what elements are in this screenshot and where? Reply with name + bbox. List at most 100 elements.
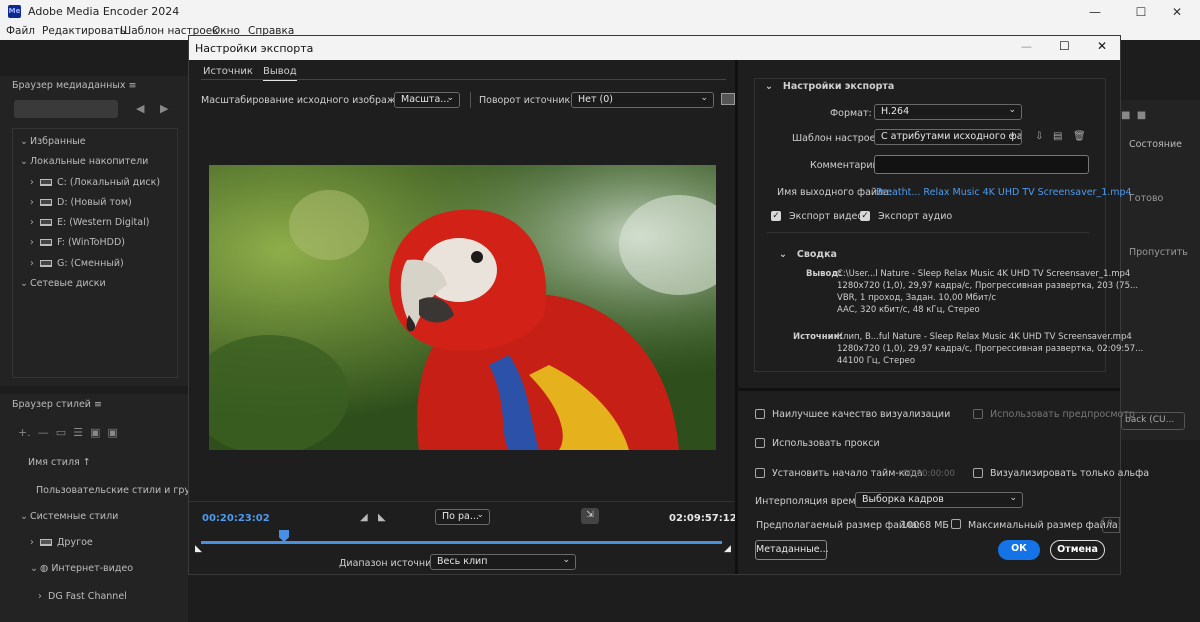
summary-source-label: Источник: [793,332,843,342]
drive-icon [40,179,52,186]
import-preset-icon[interactable]: ▤ [1053,131,1062,142]
close-icon[interactable]: ✕ [1154,0,1200,24]
queue-status-skip: Пропустить [1129,247,1188,258]
style-user-group[interactable]: Пользовательские стили и группы [36,485,210,496]
max-size-checkbox[interactable] [951,519,961,529]
range-dropdown[interactable]: Весь клип ⌄ [430,554,576,570]
tree-drive-g[interactable]: › G: (Сменный) [30,258,124,269]
sort-up-icon[interactable]: ↑ [83,457,91,468]
range-end-handle[interactable]: ◢ [724,544,731,554]
tree-drive-d[interactable]: › D: (Новый том) [30,197,132,208]
save-preset-icon[interactable]: ⇩ [1035,131,1043,142]
app-title: Adobe Media Encoder 2024 [28,5,180,18]
style-browser-title: Браузер стилей [12,399,91,410]
chevron-down-icon: ⌄ [1008,130,1016,140]
back-arrow-icon[interactable]: ◀ [136,102,144,115]
scale-label: Масштабирование исходного изображения: [201,95,423,106]
export-video-label: Экспорт видео [789,211,864,222]
zoom-dropdown[interactable]: По ра... ⌄ [435,509,490,525]
best-quality-checkbox[interactable] [755,409,765,419]
style-dg[interactable]: › DG Fast Channel [38,591,127,602]
rotate-dropdown[interactable]: Нет (0) ⌄ [571,92,714,108]
max-size-label: Максимальный размер файла: [968,520,1121,531]
menu-file[interactable]: Файл [6,25,35,37]
use-proxy-checkbox[interactable] [755,438,765,448]
summary-header[interactable]: ⌄ Сводка [779,249,837,260]
preset-dropdown[interactable]: С атрибутами исходного фа... ⌄ [874,129,1022,145]
style-other[interactable]: › Другое [30,537,93,548]
style-browser-panel: Браузер стилей ≡ +. — ▭ ☰ ▣ ▣ Имя стиля … [0,394,210,622]
dialog-close-icon[interactable]: ✕ [1097,39,1107,53]
app-logo-icon: Me [8,5,21,18]
style-name-column[interactable]: Имя стиля [28,457,80,468]
format-label: Формат: [830,108,872,119]
minimize-icon[interactable]: — [1072,0,1118,24]
folder-icon [40,539,52,546]
dialog-minimize-icon[interactable]: — [1021,40,1032,53]
scale-dropdown[interactable]: Масшта... ⌄ [394,92,460,108]
drive-icon [40,239,52,246]
panel-menu-icon[interactable]: ≡ [94,399,102,410]
chevron-down-icon: ⌄ [779,249,787,260]
panel-menu-icon[interactable]: ≡ [128,80,136,91]
tree-favorites[interactable]: ⌄ Избранные [20,136,86,147]
tab-source[interactable]: Источник [203,66,253,77]
queue-status-done: Готово [1129,193,1164,204]
delete-preset-icon[interactable]: 🗑 [1073,131,1086,142]
export-section-header[interactable]: ⌄ Настройки экспорта [765,81,894,92]
alpha-only-label: Визуализировать только альфа [990,468,1150,479]
best-quality-label: Наилучшее качество визуализации [772,409,951,420]
fit-frame-icon[interactable]: ⇲ [581,508,599,524]
metadata-button[interactable]: Метаданные... [755,540,829,560]
ok-button[interactable]: ОК [998,540,1040,560]
chevron-down-icon: ⌄ [1008,105,1016,115]
style-web-video[interactable]: ⌄ ◍ Интернет-видео [30,563,133,574]
use-preview-checkbox[interactable] [973,409,983,419]
drive-icon [40,219,52,226]
chevron-down-icon: ⌄ [700,93,708,103]
tree-network[interactable]: ⌄ Сетевые диски [20,278,106,289]
chevron-down-icon: ⌄ [476,510,484,520]
dialog-maximize-icon[interactable]: ☐ [1059,39,1070,53]
timeline-range-bar[interactable] [201,541,722,544]
use-proxy-label: Использовать прокси [772,438,880,449]
export-settings-box [754,78,1106,372]
rotate-label: Поворот источника: [479,95,580,106]
export-settings-dialog: Настройки экспорта — ☐ ✕ Источник Вывод … [188,35,1149,575]
tree-drive-c[interactable]: › C: (Локальный диск) [30,177,160,188]
export-audio-checkbox[interactable]: ✓ [860,211,870,221]
style-toolbar-icons[interactable]: +. — ▭ ☰ ▣ ▣ [18,426,118,439]
alpha-only-checkbox[interactable] [973,468,983,478]
export-audio-label: Экспорт аудио [878,211,953,222]
chevron-down-icon: ⌄ [562,555,570,565]
set-timecode-checkbox[interactable] [755,468,765,478]
format-dropdown[interactable]: H.264 ⌄ [874,104,1022,120]
crop-icon[interactable] [721,93,735,105]
menu-edit[interactable]: Редактировать [42,25,126,37]
chevron-down-icon: ⌄ [446,93,454,103]
timecode-input[interactable]: 00:00:00:00 [903,469,955,479]
media-browser-dropdown[interactable] [14,100,118,118]
tree-drive-e[interactable]: › E: (Western Digital) [30,217,149,228]
export-video-checkbox[interactable]: ✓ [771,211,781,221]
tree-local[interactable]: ⌄ Локальные накопители [20,156,148,167]
cancel-button[interactable]: Отмена [1050,540,1105,560]
output-name-label: Имя выходного файла: [777,187,893,198]
range-start-handle[interactable]: ◣ [195,544,202,554]
drive-icon [40,199,52,206]
mark-in-icon[interactable]: ◢ [360,512,368,523]
interp-dropdown[interactable]: Выборка кадров ⌄ [855,492,1023,508]
timecode-start[interactable]: 00:20:23:02 [202,513,270,524]
output-name-link[interactable]: Breatht... Relax Music 4K UHD TV Screens… [876,187,1132,198]
queue-controls-icon[interactable]: ■ ■ [1121,110,1146,121]
dialog-title: Настройки экспорта [195,42,314,55]
summary-output-text: C:\User...l Nature - Sleep Relax Music 4… [837,269,1139,315]
tree-drive-f[interactable]: › F: (WinToHDD) [30,237,125,248]
max-size-input[interactable]: 0 [1102,517,1120,533]
use-preview-label: Использовать предпросмотр [990,409,1135,420]
mark-out-icon[interactable]: ◣ [378,512,386,523]
size-label: Предполагаемый размер файла: [756,520,921,531]
comments-input[interactable] [874,155,1089,174]
forward-arrow-icon[interactable]: ▶ [160,102,168,115]
style-system-group[interactable]: ⌄ Системные стили [20,511,118,522]
